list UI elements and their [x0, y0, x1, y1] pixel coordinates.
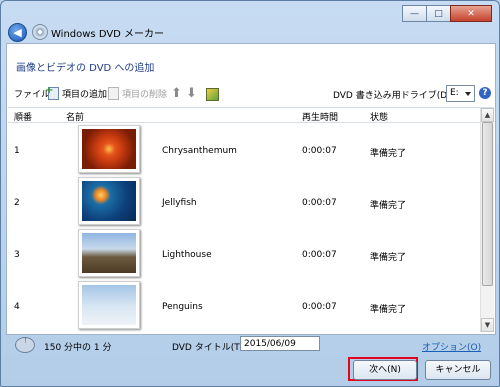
row-name: Lighthouse [162, 250, 212, 260]
minimize-button[interactable]: — [402, 5, 427, 22]
thumbnail-lighthouse [78, 229, 140, 277]
remove-item-label: 項目の削除 [122, 90, 168, 100]
scroll-up-icon[interactable]: ▲ [481, 108, 494, 122]
picture-icon[interactable] [206, 88, 219, 101]
row-name: Chrysanthemum [162, 146, 237, 156]
remove-item-icon [108, 87, 119, 100]
thumbnail-chrysanthemum [78, 125, 140, 173]
scrollbar-thumb[interactable] [482, 122, 493, 286]
column-header-duration[interactable]: 再生時間 [302, 110, 338, 123]
row-status: 準備完了 [370, 253, 407, 263]
back-button[interactable]: ◀ [8, 23, 27, 42]
status-bar: 150 分中の 1 分 DVD タイトル(T): 2015/06/09 オプショ… [6, 334, 494, 356]
toolbar: ファイル 項目の追加 項目の削除 ⬆ ⬇ DVD 書き込み用ドライブ(D): E… [8, 83, 494, 105]
column-header-name[interactable]: 名前 [66, 110, 84, 123]
list-rows: 1 Chrysanthemum 0:00:07 準備完了 2 Jellyfish… [8, 123, 481, 332]
title-bar: ◀ Windows DVD メーカー — □ ✕ [1, 1, 499, 43]
burn-drive-label: DVD 書き込み用ドライブ(D): [333, 91, 454, 101]
row-order: 2 [14, 198, 20, 208]
window-controls: — □ ✕ [402, 5, 492, 22]
page-heading: 画像とビデオの DVD への追加 [16, 63, 155, 74]
column-header-order[interactable]: 順番 [14, 110, 32, 123]
disc-capacity-icon [15, 337, 35, 353]
table-row[interactable]: 4 Penguins 0:00:07 準備完了 [8, 279, 481, 331]
dvd-title-label: DVD タイトル(T): [172, 343, 247, 353]
vertical-scrollbar[interactable]: ▲ ▼ [480, 108, 494, 332]
burn-drive-select[interactable]: E: [446, 85, 475, 102]
maximize-button[interactable]: □ [426, 5, 451, 22]
list-header: 順番 名前 再生時間 状態 [8, 108, 481, 123]
arrow-down-icon[interactable]: ⬇ [186, 86, 197, 101]
row-duration: 0:00:07 [302, 302, 337, 312]
table-row[interactable]: 3 Lighthouse 0:00:07 準備完了 [8, 227, 481, 279]
row-order: 3 [14, 250, 20, 260]
scroll-down-icon[interactable]: ▼ [481, 318, 494, 332]
help-icon[interactable]: ? [479, 87, 491, 99]
remove-item-button[interactable]: 項目の削除 [108, 87, 167, 100]
row-name: Jellyfish [162, 198, 197, 208]
add-item-label: 項目の追加 [62, 90, 108, 100]
row-status: 準備完了 [370, 305, 407, 315]
row-order: 4 [14, 302, 20, 312]
thumbnail-penguins [78, 281, 140, 329]
thumbnail-jellyfish [78, 177, 140, 225]
dvd-maker-window: ◀ Windows DVD メーカー — □ ✕ 画像とビデオの DVD への追… [0, 0, 500, 387]
row-order: 1 [14, 146, 20, 156]
row-status: 準備完了 [370, 201, 407, 211]
dvd-disc-icon [32, 24, 48, 40]
window-title: Windows DVD メーカー [51, 29, 165, 40]
dvd-title-input[interactable]: 2015/06/09 [240, 336, 320, 351]
row-duration: 0:00:07 [302, 250, 337, 260]
table-row[interactable]: 1 Chrysanthemum 0:00:07 準備完了 [8, 123, 481, 175]
options-link[interactable]: オプション(O) [422, 340, 481, 353]
row-duration: 0:00:07 [302, 198, 337, 208]
media-list: 順番 名前 再生時間 状態 1 Chrysanthemum 0:00:07 準備… [8, 107, 494, 332]
row-name: Penguins [162, 302, 203, 312]
row-status: 準備完了 [370, 149, 407, 159]
next-button[interactable]: 次へ(N) [353, 360, 417, 380]
column-header-status[interactable]: 状態 [370, 110, 388, 123]
add-item-icon [45, 85, 59, 100]
cancel-button[interactable]: キャンセル [425, 360, 491, 380]
arrow-up-icon[interactable]: ⬆ [171, 86, 182, 101]
capacity-text: 150 分中の 1 分 [44, 343, 112, 353]
content-panel: 画像とビデオの DVD への追加 ファイル 項目の追加 項目の削除 ⬆ ⬇ DV… [6, 43, 496, 335]
add-item-button[interactable]: 項目の追加 [45, 85, 108, 100]
table-row[interactable]: 2 Jellyfish 0:00:07 準備完了 [8, 175, 481, 227]
row-duration: 0:00:07 [302, 146, 337, 156]
close-button[interactable]: ✕ [450, 5, 492, 22]
